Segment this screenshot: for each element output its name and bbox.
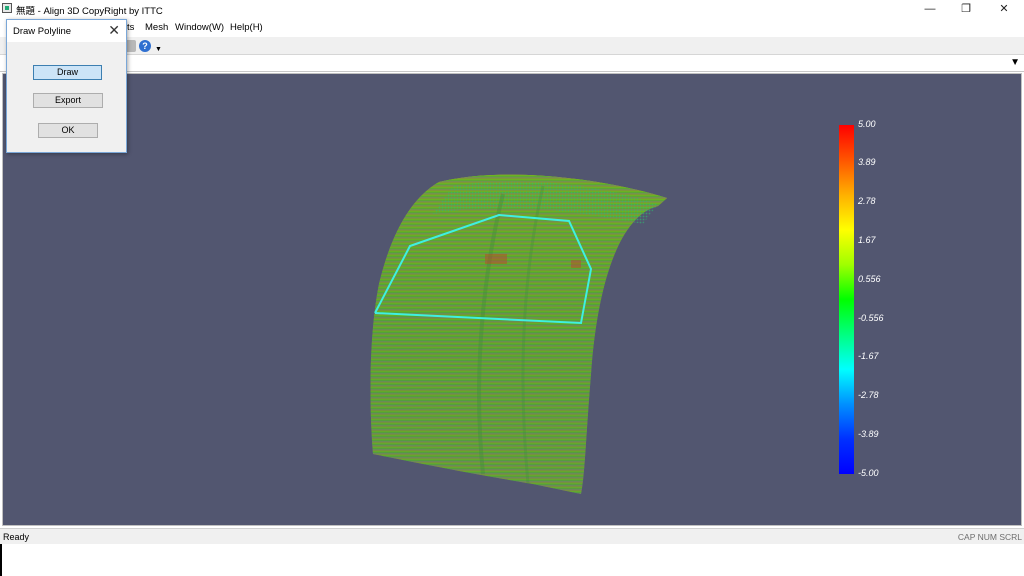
- draw-polyline-dialog: Draw Polyline ✕ Draw Export OK: [6, 19, 127, 153]
- status-text: Ready: [3, 532, 30, 542]
- point-cloud-canvas[interactable]: [3, 74, 1021, 525]
- scale-label: -1.67: [858, 351, 879, 361]
- scale-label-max: 5.00: [858, 119, 876, 129]
- window-title: 無題 - Align 3D CopyRight by ITTC: [16, 6, 163, 17]
- status-bar: Ready CAP NUM SCRL: [0, 528, 1024, 544]
- point-cloud-surface: [370, 174, 667, 494]
- scale-label: 0.556: [858, 274, 881, 284]
- edge-divider: [0, 544, 2, 576]
- help-icon[interactable]: ?: [139, 40, 151, 52]
- close-button[interactable]: ✕: [986, 0, 1022, 18]
- menu-item-help[interactable]: Help(H): [230, 22, 263, 33]
- scale-label: -0.556: [858, 313, 884, 323]
- color-scale-bar: [839, 125, 854, 474]
- menu-item-window[interactable]: Window(W): [175, 22, 224, 33]
- toolbar: ? ▼: [0, 37, 1024, 55]
- app-icon[interactable]: [2, 3, 12, 13]
- scale-label: 3.89: [858, 157, 876, 167]
- scale-label-min: -5.00: [858, 468, 879, 478]
- toolbar-dropdown-icon[interactable]: ▼: [155, 46, 162, 53]
- minimize-button[interactable]: —: [912, 0, 948, 18]
- title-bar: 無題 - Align 3D CopyRight by ITTC — ❐ ✕: [0, 0, 1024, 18]
- draw-button[interactable]: Draw: [33, 65, 102, 80]
- scale-label: 1.67: [858, 235, 876, 245]
- menu-bar: ts Mesh Window(W) Help(H): [0, 18, 1024, 37]
- close-icon[interactable]: ✕: [108, 23, 120, 37]
- dialog-title-bar[interactable]: Draw Polyline ✕: [7, 20, 126, 42]
- scale-label: -3.89: [858, 429, 879, 439]
- menu-item-mesh[interactable]: Mesh: [145, 22, 168, 33]
- scale-label: -2.78: [858, 390, 879, 400]
- export-button[interactable]: Export: [33, 93, 103, 108]
- view-selector-bar[interactable]: ▼: [0, 56, 1024, 72]
- dialog-title: Draw Polyline: [13, 26, 72, 37]
- chevron-down-icon[interactable]: ▼: [1010, 57, 1020, 68]
- menu-item-partial[interactable]: ts: [127, 22, 134, 33]
- restore-button[interactable]: ❐: [948, 0, 984, 18]
- keyboard-indicators: CAP NUM SCRL: [957, 532, 1022, 542]
- ok-button[interactable]: OK: [38, 123, 98, 138]
- scale-label: 2.78: [858, 196, 876, 206]
- 3d-viewport[interactable]: [2, 73, 1022, 526]
